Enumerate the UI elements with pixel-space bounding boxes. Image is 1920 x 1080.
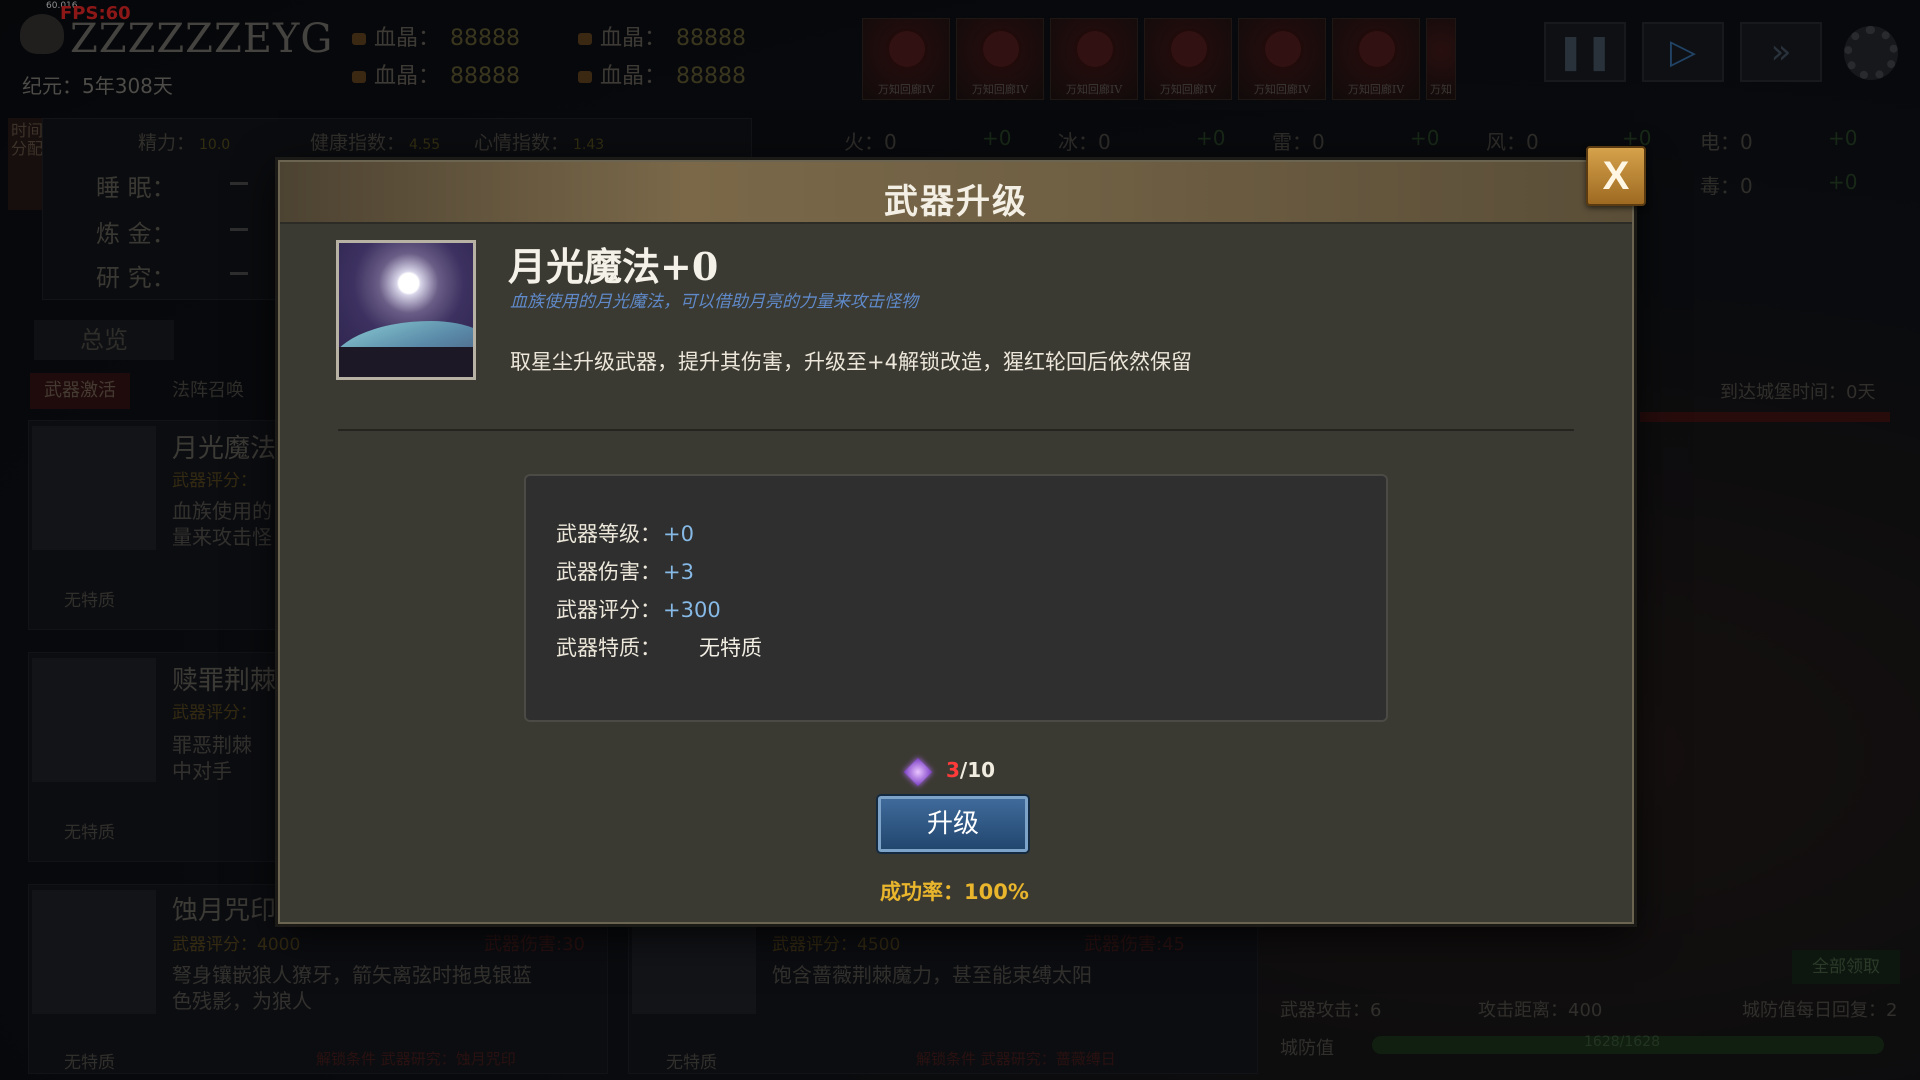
stats-box: 武器等级：+0 武器伤害：+3 武器评分：+300 武器特质： 无特质 <box>524 474 1388 722</box>
dialog-header: 武器升级 <box>280 162 1632 224</box>
upgrade-cost: 3/10 <box>946 758 996 782</box>
weapon-image <box>336 240 476 380</box>
upgrade-button[interactable]: 升级 <box>878 796 1028 852</box>
weapon-title: 月光魔法+0 <box>508 244 719 289</box>
weapon-subtitle: 血族使用的月光魔法，可以借助月亮的力量来攻击怪物 <box>510 292 918 312</box>
dialog-title: 武器升级 <box>884 182 1028 222</box>
success-rate: 成功率：100% <box>880 880 1029 904</box>
stat-weapon-score: 武器评分：+300 <box>556 598 721 622</box>
stat-weapon-damage: 武器伤害：+3 <box>556 560 694 584</box>
close-button[interactable]: X <box>1586 146 1646 206</box>
stat-weapon-level: 武器等级：+0 <box>556 522 694 546</box>
stat-weapon-trait: 武器特质： 无特质 <box>556 636 762 660</box>
divider <box>338 429 1574 431</box>
upgrade-description: 取星尘升级武器，提升其伤害，升级至+4解锁改造，猩红轮回后依然保留 <box>510 350 1192 374</box>
